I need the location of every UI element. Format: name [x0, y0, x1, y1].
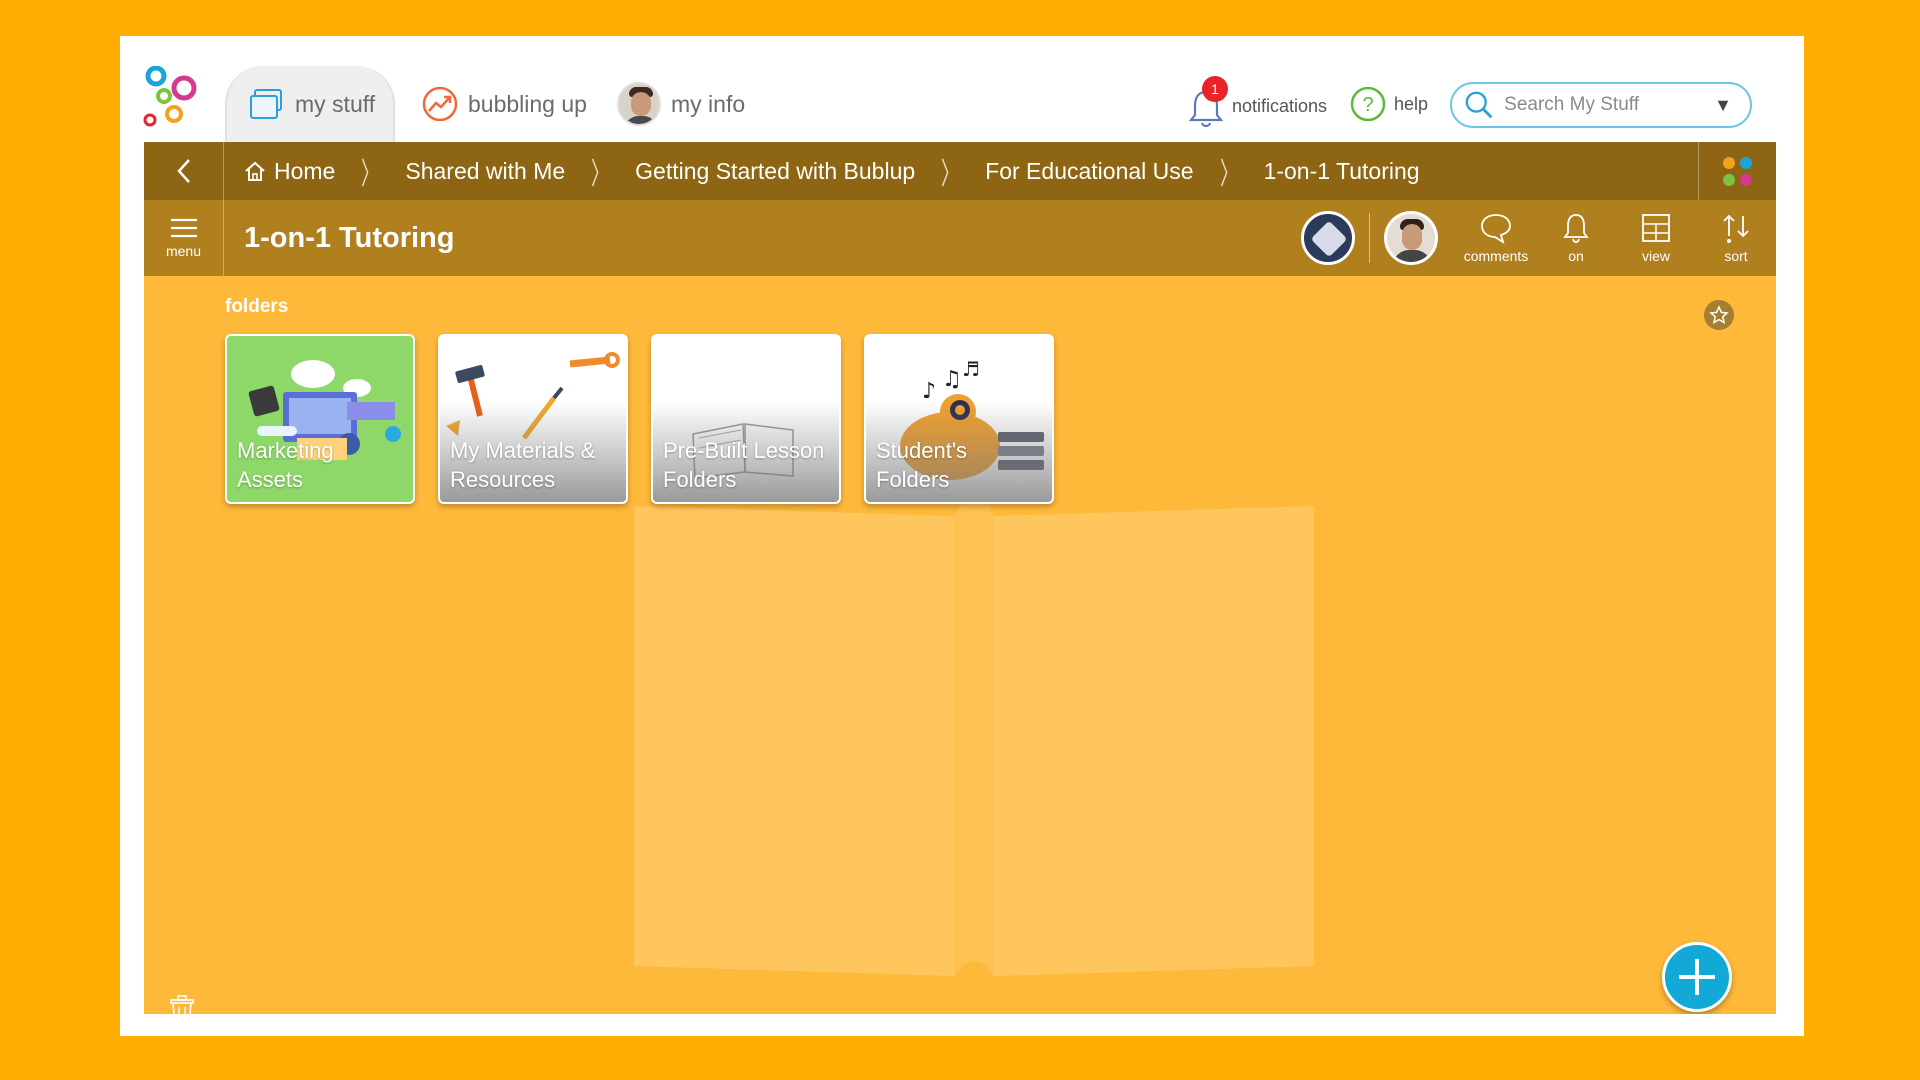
tab-bubbling-up[interactable]: bubbling up	[410, 66, 590, 142]
top-nav: my stuff bubbling up my info 1 notificat…	[120, 36, 1804, 142]
page-title: 1-on-1 Tutoring	[244, 221, 455, 254]
folder-title-line: Resources	[450, 467, 556, 492]
view-button[interactable]: view	[1616, 212, 1696, 264]
favorite-button[interactable]	[1704, 300, 1734, 330]
add-button[interactable]	[1662, 942, 1732, 1012]
tab-my-stuff[interactable]: my stuff	[225, 66, 395, 142]
folder-title: Student's Folders	[876, 436, 967, 494]
svg-text:♬: ♬	[962, 357, 980, 381]
folder-title-line: Assets	[237, 467, 304, 492]
avatar	[617, 82, 661, 126]
view-layout-icon	[1642, 214, 1670, 242]
breadcrumb-item-shared[interactable]: Shared with Me	[405, 158, 565, 185]
sort-icon	[1723, 214, 1749, 243]
breadcrumb-label: For Educational Use	[985, 157, 1194, 184]
tab-label: my info	[671, 90, 746, 117]
menu-label: menu	[165, 243, 202, 259]
breadcrumb-label: Home	[274, 157, 336, 184]
folder-title-line: My Materials &	[450, 438, 596, 463]
member-avatar-user[interactable]	[1384, 211, 1438, 265]
content-area: folders Marketing Assets My Materials & …	[144, 276, 1776, 1014]
menu-button[interactable]: menu	[144, 200, 224, 276]
svg-text:♫: ♫	[942, 367, 962, 392]
search-input[interactable]	[1504, 94, 1705, 116]
breadcrumb-separator-icon: 〉	[1219, 158, 1238, 191]
background-book-image	[634, 496, 1314, 976]
notifications-button[interactable]: 1 notifications	[1186, 76, 1328, 130]
svg-text:?: ?	[1362, 94, 1373, 116]
comments-label: comments	[1463, 248, 1529, 264]
search-icon	[1465, 91, 1493, 119]
apps-button[interactable]	[1698, 142, 1776, 200]
breadcrumb-label: Getting Started with Bublup	[635, 157, 916, 184]
help-icon: ?	[1350, 86, 1386, 122]
bublup-logo[interactable]	[142, 66, 206, 130]
breadcrumb-item-educational[interactable]: For Educational Use	[985, 158, 1193, 185]
breadcrumb-label: 1-on-1 Tutoring	[1263, 157, 1420, 184]
sort-label: sort	[1724, 248, 1748, 264]
member-avatar-group[interactable]	[1301, 211, 1355, 265]
search-box[interactable]: ▼	[1450, 82, 1752, 128]
tab-my-info[interactable]: my info	[605, 66, 755, 142]
trash-icon[interactable]	[168, 994, 196, 1014]
comment-icon	[1481, 214, 1511, 244]
divider	[1369, 213, 1370, 263]
folder-title: My Materials & Resources	[450, 436, 595, 494]
svg-text:♪: ♪	[922, 379, 936, 404]
help-label: help	[1394, 93, 1429, 114]
back-button[interactable]	[144, 142, 224, 200]
notify-toggle-button[interactable]: on	[1536, 212, 1616, 264]
title-bar: menu 1-on-1 Tutoring comments on view so…	[144, 200, 1776, 276]
folder-card[interactable]: My Materials & Resources	[438, 334, 628, 504]
breadcrumb-trail: Home 〉 Shared with Me 〉 Getting Started …	[224, 149, 1698, 193]
folder-title: Marketing Assets	[237, 436, 334, 494]
folders-icon	[250, 89, 282, 119]
folder-card[interactable]: Marketing Assets	[225, 334, 415, 504]
tab-label: my stuff	[295, 90, 376, 117]
folder-title: Pre-Built Lesson Folders	[663, 436, 824, 494]
breadcrumb-separator-icon: 〉	[591, 158, 610, 191]
folder-card[interactable]: ♪ ♫ ♬ Student's Folders	[864, 334, 1054, 504]
folder-title-line: Marketing	[237, 438, 334, 463]
breadcrumb-separator-icon: 〉	[941, 158, 960, 191]
sort-button[interactable]: sort	[1696, 212, 1776, 264]
star-icon	[1709, 305, 1729, 324]
members-list	[1301, 211, 1438, 265]
help-button[interactable]: ? help	[1350, 86, 1428, 122]
breadcrumb-item-current: 1-on-1 Tutoring	[1264, 158, 1420, 185]
apps-grid-icon	[1723, 156, 1752, 186]
chevron-left-icon	[176, 159, 190, 183]
breadcrumb-item-getting-started[interactable]: Getting Started with Bublup	[635, 158, 915, 185]
folder-title-line: Folders	[663, 467, 737, 492]
notification-count-badge: 1	[1202, 76, 1228, 102]
breadcrumb-label: Shared with Me	[405, 157, 566, 184]
breadcrumb-separator-icon: 〉	[361, 158, 380, 191]
bell-icon	[1563, 214, 1589, 243]
folder-title-line: Student's	[876, 438, 968, 463]
breadcrumb-item-home[interactable]: Home	[244, 158, 335, 185]
plus-icon	[1679, 959, 1715, 995]
search-dropdown-caret[interactable]: ▼	[1714, 95, 1732, 116]
comments-button[interactable]: comments	[1456, 212, 1536, 264]
hamburger-icon	[170, 218, 197, 238]
tab-label: bubbling up	[468, 90, 587, 117]
breadcrumb: Home 〉 Shared with Me 〉 Getting Started …	[144, 142, 1776, 200]
trending-icon	[422, 86, 458, 122]
folder-title-line: Pre-Built Lesson	[663, 438, 825, 463]
notify-label: on	[1568, 248, 1584, 264]
folder-title-line: Folders	[876, 467, 950, 492]
notifications-label: notifications	[1232, 95, 1328, 116]
section-label-folders: folders	[225, 296, 289, 317]
home-icon	[245, 161, 265, 181]
app-window: my stuff bubbling up my info 1 notificat…	[120, 36, 1804, 1036]
view-label: view	[1641, 248, 1670, 264]
folder-card[interactable]: Pre-Built Lesson Folders	[651, 334, 841, 504]
